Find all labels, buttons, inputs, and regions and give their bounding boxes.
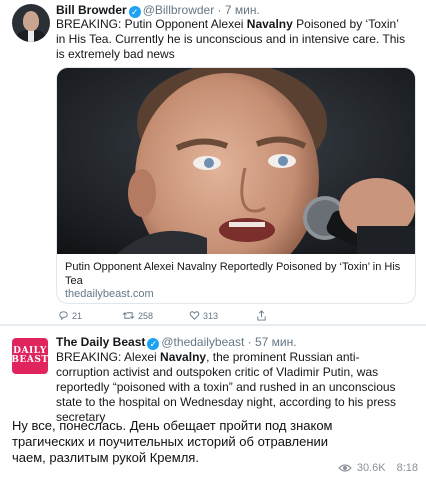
author-name[interactable]: The Daily Beast [56, 335, 145, 349]
share-icon [257, 310, 266, 321]
avatar[interactable] [12, 4, 50, 42]
retweet-action[interactable]: 258 [122, 310, 153, 321]
avatar-shirt [28, 30, 34, 42]
view-count: 30.6K [356, 462, 386, 474]
card-photo [57, 68, 415, 254]
card-domain[interactable]: thedailybeast.com [65, 288, 154, 301]
eye-icon [337, 464, 352, 472]
card-title[interactable]: Putin Opponent Alexei Navalny Reportedly… [65, 260, 409, 288]
share-action[interactable] [256, 310, 267, 321]
avatar-face [23, 11, 39, 31]
highlight-name: Navalny [160, 350, 207, 364]
author-name[interactable]: Bill Browder [56, 3, 127, 17]
like-count: 313 [203, 310, 219, 321]
tweet-text: BREAKING: Alexei Navalny, the prominent … [56, 350, 396, 424]
logo-text-bottom: BEAST [12, 355, 48, 365]
daily-beast-logo[interactable]: DAILY BEAST [12, 338, 48, 374]
author-handle-time[interactable]: @thedailybeast · 57 мин. [161, 335, 296, 349]
verified-icon: ✓ [147, 338, 160, 350]
tweet-daily-beast[interactable]: DAILY BEAST The Daily Beast ✓ @thedailybea… [0, 326, 426, 424]
tweet-header: The Daily Beast ✓ @thedailybeast · 57 мин. [56, 335, 297, 350]
post-time: 8:18 [396, 462, 418, 474]
reply-action[interactable]: 21 [58, 310, 82, 321]
tweet-bill-browder[interactable]: Bill Browder ✓ @Billbrowder · 7 мин. BREAK… [0, 0, 426, 324]
tweet-text: BREAKING: Putin Opponent Alexei Navalny … [56, 17, 406, 61]
tweet-actions: 21 258 313 [56, 310, 416, 324]
tweet-header: Bill Browder ✓ @Billbrowder · 7 мин. [56, 3, 260, 18]
reply-icon [59, 311, 68, 321]
highlight-name: Navalny [246, 17, 293, 31]
link-card[interactable]: Putin Opponent Alexei Navalny Reportedly… [56, 67, 416, 304]
retweet-icon [122, 312, 135, 319]
reply-count: 21 [72, 310, 83, 321]
post-message: Ну все, понеслась. День обещает пройти п… [12, 418, 333, 465]
heart-icon [189, 311, 200, 320]
post-meta: 30.6K 8:18 [337, 462, 418, 474]
like-action[interactable]: 313 [189, 310, 218, 321]
portrait-image [57, 68, 415, 254]
retweet-count: 258 [138, 310, 154, 321]
author-handle-time[interactable]: @Billbrowder · 7 мин. [143, 3, 260, 17]
